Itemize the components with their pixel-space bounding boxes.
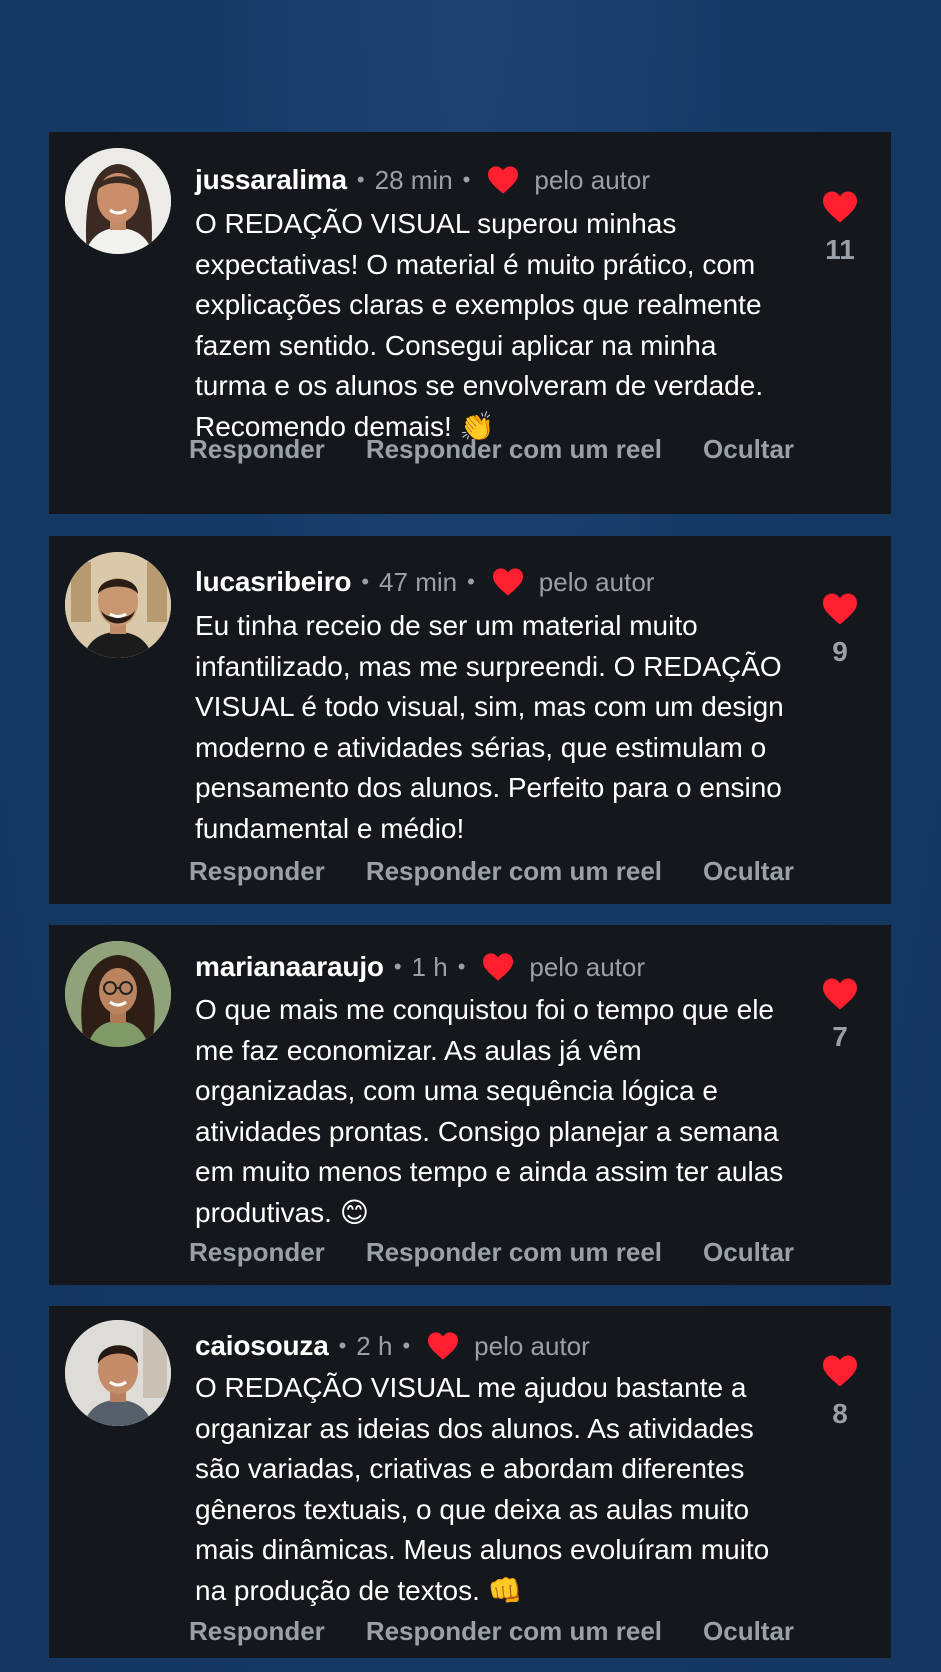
comment-card: jussaralima • 28 min • pelo autor O REDA… [49, 132, 891, 514]
avatar[interactable] [65, 1320, 171, 1426]
separator-dot: • [457, 954, 466, 979]
like-control: 11 [819, 190, 861, 266]
timestamp: 47 min [379, 566, 458, 597]
comment-actions: Responder Responder com um reel Ocultar [189, 856, 835, 887]
separator-dot: • [402, 1333, 411, 1358]
reply-button[interactable]: Responder [189, 1616, 325, 1647]
liked-by-author-label: pelo autor [538, 566, 655, 597]
heart-icon[interactable] [821, 190, 859, 224]
separator-dot: • [462, 167, 471, 192]
comment-card: lucasribeiro • 47 min • pelo autor Eu ti… [49, 536, 891, 904]
timestamp: 1 h [411, 951, 448, 982]
heart-icon[interactable] [821, 592, 859, 626]
like-count: 11 [825, 234, 855, 265]
separator-dot: • [338, 1333, 347, 1358]
like-count: 7 [832, 1021, 848, 1052]
hide-button[interactable]: Ocultar [703, 856, 794, 887]
comment-text: O REDAÇÃO VISUAL superou minhas expectat… [195, 208, 764, 442]
hide-button[interactable]: Ocultar [703, 434, 794, 465]
like-control: 7 [819, 977, 861, 1053]
heart-icon [428, 1332, 459, 1360]
reply-button[interactable]: Responder [189, 856, 325, 887]
reply-with-reel-button[interactable]: Responder com um reel [366, 434, 662, 465]
comment-meta: marianaaraujo • 1 h • pelo autor [195, 947, 645, 987]
reply-button[interactable]: Responder [189, 1237, 325, 1268]
heart-icon[interactable] [821, 977, 859, 1011]
liked-by-author-label: pelo autor [529, 951, 646, 982]
liked-by-author-label: pelo autor [474, 1330, 590, 1361]
separator-dot: • [361, 569, 370, 594]
heart-icon [492, 568, 523, 596]
comment-actions: Responder Responder com um reel Ocultar [189, 1616, 835, 1647]
avatar[interactable] [65, 941, 171, 1047]
like-control: 8 [819, 1354, 861, 1430]
comment-text: O REDAÇÃO VISUAL me ajudou bastante a or… [195, 1372, 770, 1606]
heart-icon[interactable] [821, 1354, 859, 1388]
comment-meta: jussaralima • 28 min • pelo autor [195, 160, 650, 200]
timestamp: 28 min [374, 164, 453, 195]
avatar[interactable] [65, 148, 171, 254]
like-count: 9 [832, 636, 848, 667]
separator-dot: • [356, 167, 365, 192]
hide-button[interactable]: Ocultar [703, 1237, 794, 1268]
comment-card: caiosouza • 2 h • pelo autor O REDAÇÃO V… [49, 1306, 891, 1658]
heart-icon [483, 953, 514, 981]
comment-meta: lucasribeiro • 47 min • pelo autor [195, 562, 654, 602]
username[interactable]: caiosouza [195, 1330, 329, 1362]
comment-actions: Responder Responder com um reel Ocultar [189, 1237, 835, 1268]
comment-meta: caiosouza • 2 h • pelo autor [195, 1326, 590, 1366]
username[interactable]: lucasribeiro [195, 566, 352, 598]
comment-card: marianaaraujo • 1 h • pelo autor O que m… [49, 925, 891, 1285]
username[interactable]: marianaaraujo [195, 951, 384, 983]
reply-button[interactable]: Responder [189, 434, 325, 465]
timestamp: 2 h [356, 1330, 393, 1361]
hide-button[interactable]: Ocultar [703, 1616, 794, 1647]
username[interactable]: jussaralima [195, 164, 347, 196]
comment-text: O que mais me conquistou foi o tempo que… [195, 994, 784, 1228]
separator-dot: • [393, 954, 402, 979]
reply-with-reel-button[interactable]: Responder com um reel [366, 1616, 662, 1647]
liked-by-author-label: pelo autor [534, 164, 651, 195]
avatar[interactable] [65, 552, 171, 658]
comment-actions: Responder Responder com um reel Ocultar [189, 434, 835, 465]
like-count: 8 [832, 1398, 848, 1429]
comment-text: Eu tinha receio de ser um material muito… [195, 610, 784, 844]
reply-with-reel-button[interactable]: Responder com um reel [366, 1237, 662, 1268]
separator-dot: • [467, 569, 475, 594]
like-control: 9 [819, 592, 861, 668]
reply-with-reel-button[interactable]: Responder com um reel [366, 856, 662, 887]
heart-icon [488, 166, 519, 194]
